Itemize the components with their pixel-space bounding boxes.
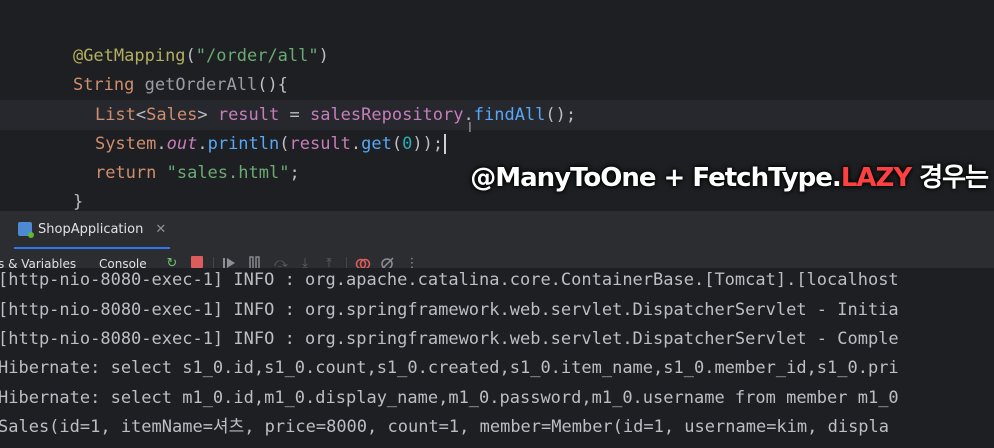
tab-label: ShopApplication	[38, 221, 144, 237]
console-output[interactable]: [http-nio-8080-exec-1] INFO : org.apache…	[0, 268, 994, 448]
code-editor[interactable]: @GetMapping("/order/all") String getOrde…	[0, 0, 994, 210]
run-tool-window-header: ShopApplication ✕	[0, 210, 994, 249]
string-literal: "sales.html"	[166, 163, 290, 183]
closing-brace: }	[72, 192, 84, 210]
paren: )	[318, 46, 329, 66]
console-line-4: Hibernate: select s1_0.id,s1_0.count,s1_…	[0, 358, 899, 378]
number-literal: 0	[402, 134, 413, 154]
code-line-4: System.out.println(result.get(0));	[54, 101, 447, 154]
code-line-2: String getOrderAll(){	[32, 42, 288, 95]
code-line-3: List<Sales> result = salesRepository.fin…	[54, 72, 576, 125]
code-line-5: return "sales.html";	[54, 130, 300, 183]
console-line-5: Hibernate: select m1_0.id,m1_0.display_n…	[0, 388, 899, 408]
semicolon: ;	[289, 163, 300, 183]
method-call: findAll	[473, 105, 546, 125]
console-line-1: [http-nio-8080-exec-1] INFO : org.apache…	[0, 270, 899, 290]
call-args: ();	[545, 105, 577, 125]
code-line-6: }	[32, 159, 83, 210]
return-keyword: return	[94, 163, 167, 183]
console-line-3: [http-nio-8080-exec-1] INFO : org.spring…	[0, 329, 899, 349]
call-close: ));	[412, 134, 444, 154]
spring-app-icon	[18, 222, 34, 238]
text-cursor-icon: I	[468, 121, 472, 136]
code-line-1: @GetMapping("/order/all")	[32, 13, 329, 66]
caption-text: @ManyToOne + FetchType.	[470, 163, 842, 193]
caption-highlight: LAZY	[840, 163, 912, 193]
paren: (	[391, 134, 403, 154]
method-get: get	[361, 134, 392, 154]
tab-shop-application[interactable]: ShopApplication ✕	[14, 211, 171, 249]
console-line-6: Sales(id=1, itemName=셔츠, price=8000, cou…	[0, 417, 890, 437]
caption-overlay: @ManyToOne + FetchType.LAZY 경우는	[470, 160, 989, 196]
caption-suffix: 경우는	[911, 163, 989, 193]
close-icon[interactable]: ✕	[155, 222, 166, 237]
text-caret	[444, 134, 447, 154]
dot: .	[350, 134, 362, 154]
console-line-2: [http-nio-8080-exec-1] INFO : org.spring…	[0, 300, 899, 320]
